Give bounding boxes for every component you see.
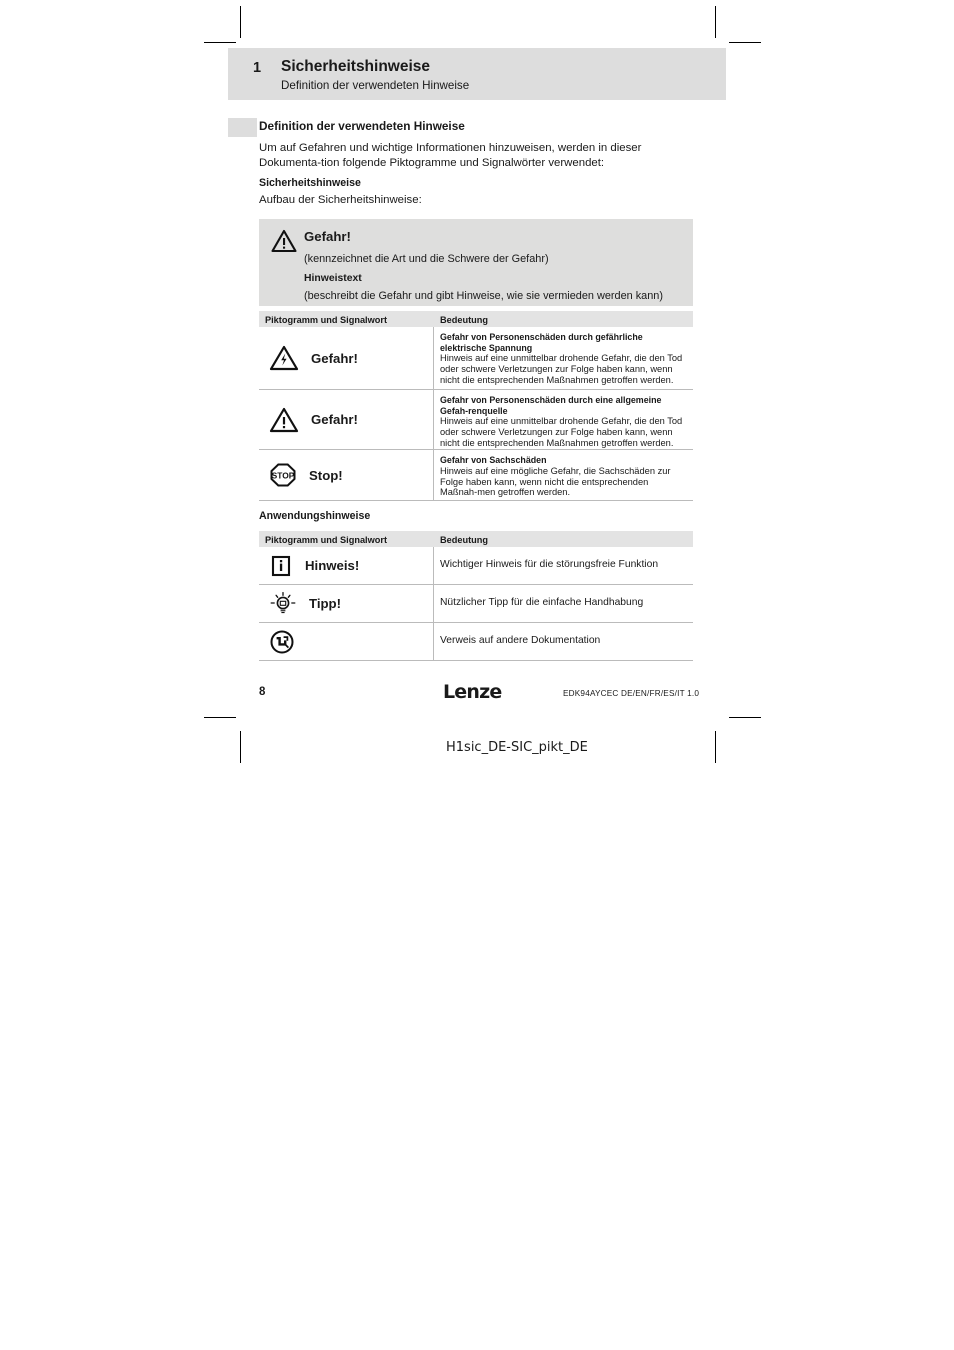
crop-mark-bottom-left-vertical <box>240 731 241 763</box>
safety-row-1-meaning-body: Hinweis auf eine unmittelbar drohende Ge… <box>440 416 683 448</box>
safety-row-1-signal-word: Gefahr! <box>311 412 358 427</box>
chapter-title: Sicherheitshinweise <box>281 58 431 75</box>
safety-row-2-meaning-body: Hinweis auf eine mögliche Gefahr, die Sa… <box>440 465 671 498</box>
application-row-2-meaning: Verweis auf andere Dokumentation <box>440 635 601 646</box>
table-row: Verweis auf andere Dokumentation <box>259 623 693 661</box>
safety-row-2-meaning-cell: Gefahr von Sachschäden Hinweis auf eine … <box>434 450 693 500</box>
application-table-header-cell-pictogram: Piktogramm und Signalwort <box>265 535 387 545</box>
notice-line-1: (kennzeichnet die Art und die Schwere de… <box>304 253 549 265</box>
intro-paragraph: Um auf Gefahren und wichtige Information… <box>259 142 642 170</box>
safety-table-header-row: Piktogramm und Signalwort Bedeutung <box>259 311 693 327</box>
safety-row-1-pictogram-cell: Gefahr! <box>259 390 434 449</box>
safety-notes-table: Piktogramm und Signalwort Bedeutung Gefa… <box>259 311 693 501</box>
table-row: Tipp! Nützlicher Tipp für die einfache H… <box>259 585 693 623</box>
chapter-number: 1 <box>253 60 262 76</box>
chapter-subtitle: Definition der verwendeten Hinweise <box>281 79 470 92</box>
lightbulb-tip-icon <box>269 591 297 617</box>
notice-signal-word: Gefahr! <box>304 229 351 244</box>
application-table-header-cell-meaning: Bedeutung <box>440 535 488 545</box>
safety-row-0-meaning-title: Gefahr von Personenschäden durch gefährl… <box>440 332 643 353</box>
table-row: STOP Stop! Gefahr von Sachschäden Hinwei… <box>259 450 693 501</box>
notice-line-3: (beschreibt die Gefahr und gibt Hinweise… <box>304 290 663 302</box>
application-row-1-pictogram-cell: Tipp! <box>259 585 434 622</box>
document-code: EDK94AYCEC DE/EN/FR/ES/IT 1.0 <box>563 689 700 698</box>
table-row: Hinweis! Wichtiger Hinweis für die störu… <box>259 547 693 585</box>
warning-triangle-lightning-icon <box>269 344 299 372</box>
page-header-band: 1 Sicherheitshinweise Definition der ver… <box>228 48 726 100</box>
file-reference: H1sic_DE-SIC_pikt_DE <box>446 740 588 755</box>
page-number: 8 <box>259 686 266 698</box>
safety-row-2-signal-word: Stop! <box>309 467 343 483</box>
stop-octagon-icon: STOP <box>269 462 297 488</box>
safety-row-2-pictogram-cell: STOP Stop! <box>259 450 434 500</box>
crop-mark-bottom-left-horizontal <box>204 717 236 718</box>
warning-triangle-icon <box>271 229 297 253</box>
application-row-2-meaning-cell: Verweis auf andere Dokumentation <box>434 623 693 660</box>
application-notes-table: Piktogramm und Signalwort Bedeutung Hinw… <box>259 531 693 661</box>
crop-mark-top-right-vertical <box>715 6 716 38</box>
table-row: Gefahr! Gefahr von Personenschäden durch… <box>259 327 693 390</box>
application-heading: Anwendungshinweise <box>259 510 371 522</box>
safety-row-1-meaning-title: Gefahr von Personenschäden durch eine al… <box>440 395 662 416</box>
application-row-0-meaning-cell: Wichtiger Hinweis für die störungsfreie … <box>434 547 693 584</box>
notice-example-box: Gefahr! (kennzeichnet die Art und die Sc… <box>259 219 693 306</box>
warning-triangle-exclamation-icon <box>269 406 299 434</box>
safety-heading: Sicherheitshinweise <box>259 177 361 189</box>
application-row-1-meaning-cell: Nützlicher Tipp für die einfache Handhab… <box>434 585 693 622</box>
safety-row-0-meaning-cell: Gefahr von Personenschäden durch gefährl… <box>434 327 693 389</box>
safety-row-0-meaning-body: Hinweis auf eine unmittelbar drohende Ge… <box>440 353 683 385</box>
crop-mark-top-left-horizontal <box>204 42 236 43</box>
crop-mark-bottom-right-horizontal <box>729 717 761 718</box>
application-row-0-signal-word: Hinweis! <box>305 558 360 573</box>
application-row-1-meaning: Nützlicher Tipp für die einfache Handhab… <box>440 597 644 608</box>
application-row-2-pictogram-cell <box>259 623 434 660</box>
safety-lead: Aufbau der Sicherheitshinweise: <box>259 194 422 206</box>
documentation-reference-icon <box>269 629 295 655</box>
safety-row-2-meaning-title: Gefahr von Sachschäden <box>440 455 547 465</box>
application-row-1-signal-word: Tipp! <box>309 596 341 611</box>
section-marker-block <box>228 118 257 137</box>
notice-line-2: Hinweistext <box>304 273 362 284</box>
application-row-0-pictogram-cell: Hinweis! <box>259 547 434 584</box>
application-row-0-meaning: Wichtiger Hinweis für die störungsfreie … <box>440 559 659 570</box>
safety-row-0-pictogram-cell: Gefahr! <box>259 327 434 389</box>
safety-row-1-meaning-cell: Gefahr von Personenschäden durch eine al… <box>434 390 693 449</box>
crop-mark-top-right-horizontal <box>729 42 761 43</box>
lenze-logo: Lenze <box>443 681 502 703</box>
safety-row-0-signal-word: Gefahr! <box>311 350 358 366</box>
safety-table-header-cell-pictogram: Piktogramm und Signalwort <box>265 315 387 325</box>
crop-mark-top-left-vertical <box>240 6 241 38</box>
info-square-icon <box>269 554 293 578</box>
crop-mark-bottom-right-vertical <box>715 731 716 763</box>
table-row: Gefahr! Gefahr von Personenschäden durch… <box>259 390 693 450</box>
section-title: Definition der verwendeten Hinweise <box>259 119 465 133</box>
safety-table-header-cell-meaning: Bedeutung <box>440 315 488 325</box>
svg-text:STOP: STOP <box>272 471 295 481</box>
application-table-header-row: Piktogramm und Signalwort Bedeutung <box>259 531 693 547</box>
